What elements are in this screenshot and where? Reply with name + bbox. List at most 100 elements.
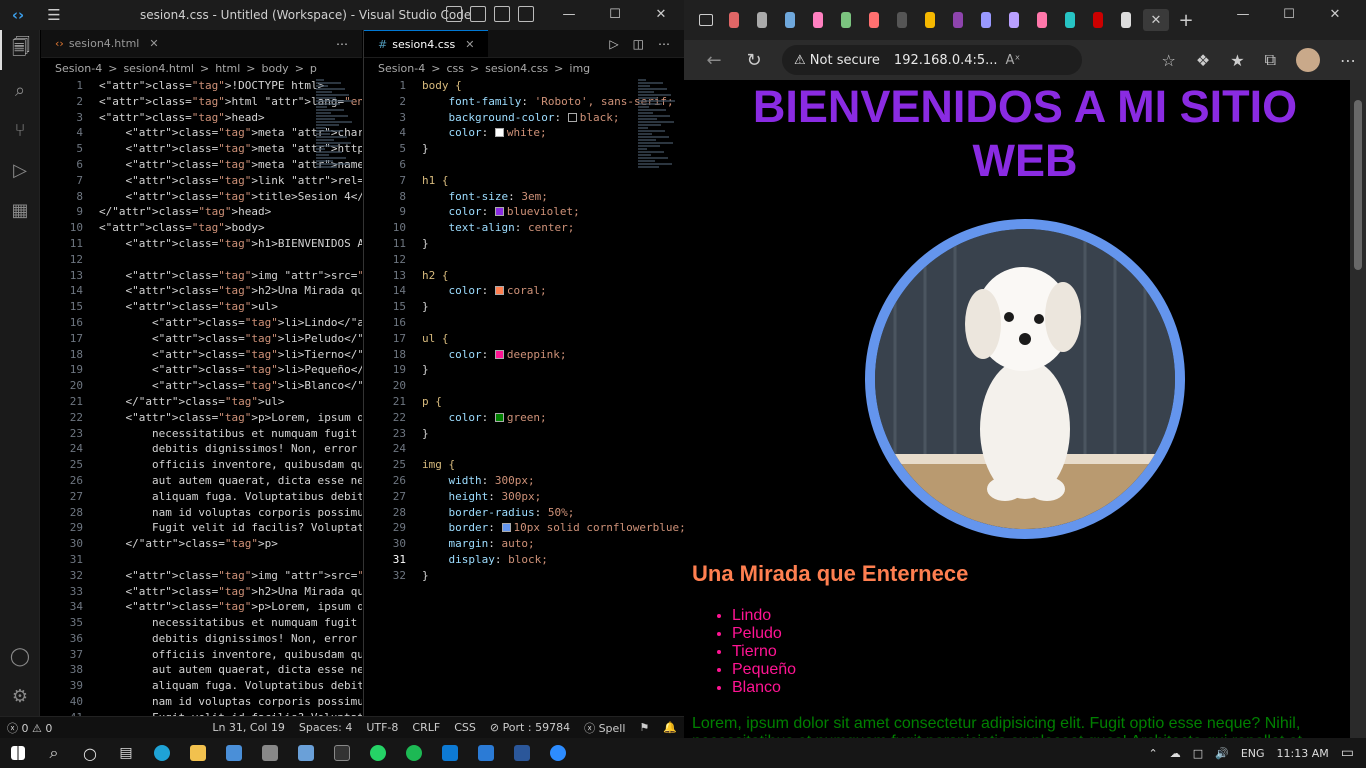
task-view-icon[interactable]: ▤ (108, 738, 144, 768)
browser-tab[interactable] (1003, 9, 1025, 31)
cortana-icon[interactable]: ○ (72, 738, 108, 768)
problems-indicator[interactable]: ⓧ 0 ⚠ 0 (0, 720, 59, 736)
browser-tab[interactable] (835, 9, 857, 31)
notifications-icon[interactable]: ▭ (1341, 745, 1354, 761)
html-code[interactable]: 1 <"attr">class="tag">!DOCTYPE html> 2 <"at… (41, 78, 362, 716)
breadcrumb-item[interactable]: Sesion-4 (55, 62, 102, 75)
browser-tab[interactable] (947, 9, 969, 31)
menu-icon[interactable]: ☰ (36, 6, 72, 24)
url-text[interactable]: 192.168.0.4:5... (894, 53, 998, 68)
code-line[interactable]: 22 color: green; (364, 410, 684, 426)
minimize-button[interactable]: — (1220, 0, 1266, 30)
accounts-icon[interactable]: ◯ (0, 636, 40, 676)
back-icon[interactable]: ← (694, 50, 734, 71)
code-line[interactable]: 11} (364, 236, 684, 252)
code-line[interactable]: 10 <"attr">class="tag">body> (41, 220, 362, 236)
color-swatch[interactable] (567, 112, 577, 122)
code-line[interactable]: 28 nam id voluptas corporis possimus (41, 505, 362, 521)
language-indicator[interactable]: ENG (1241, 747, 1265, 760)
toggle-secondary-sidebar-icon[interactable] (494, 6, 510, 22)
collections-icon[interactable]: ⧉ (1265, 50, 1276, 70)
notifications-bell-icon[interactable]: 🔔 (656, 721, 684, 734)
code-line[interactable]: 13 h2 { (364, 268, 684, 284)
code-line[interactable]: 31 (41, 552, 362, 568)
volume-icon[interactable]: 🔊 (1215, 747, 1229, 760)
code-line[interactable]: 4 color: white; (364, 125, 684, 141)
browser-tab[interactable] (975, 9, 997, 31)
color-swatch[interactable] (494, 286, 504, 296)
browser-tab[interactable] (891, 9, 913, 31)
code-line[interactable]: 30 </"attr">class="tag">p> (41, 536, 362, 552)
tab-sesion4-html[interactable]: ‹› sesion4.html ✕ (41, 30, 173, 57)
code-line[interactable]: 12 (364, 252, 684, 268)
breadcrumb-item[interactable]: css (446, 62, 464, 75)
warning-icon[interactable]: ⚠ Not secure (794, 53, 880, 68)
network-icon[interactable]: □ (1193, 747, 1203, 760)
code-line[interactable]: 9 </"attr">class="tag">head> (41, 204, 362, 220)
browser-tab[interactable] (1115, 9, 1137, 31)
code-line[interactable]: 19} (364, 362, 684, 378)
code-line[interactable]: 14 color: coral; (364, 283, 684, 299)
tab-actions-icon[interactable] (695, 9, 717, 31)
customize-layout-icon[interactable] (518, 6, 534, 22)
code-line[interactable]: 8 font-size: 3em; (364, 189, 684, 205)
show-hidden-icons[interactable]: ⌃ (1149, 747, 1158, 760)
code-line[interactable]: 29 border: 10px solid cornflowerblue; (364, 520, 684, 536)
code-line[interactable]: 36 debitis dignissimos! Non, error mi (41, 631, 362, 647)
code-line[interactable]: 22 <"attr">class="tag">p>Lorem, ipsum do… (41, 410, 362, 426)
settings-gear-icon[interactable]: ⚙ (0, 676, 40, 716)
code-line[interactable]: 26 aut autem quaerat, dicta esse nese (41, 473, 362, 489)
color-swatch[interactable] (494, 128, 504, 138)
code-line[interactable]: 23 necessitatibus et numquam fugit pe (41, 426, 362, 442)
code-line[interactable]: 10 text-align: center; (364, 220, 684, 236)
cloud-icon[interactable]: ☁ (1170, 747, 1181, 760)
code-line[interactable]: 24 (364, 441, 684, 457)
browser-tab[interactable] (751, 9, 773, 31)
breadcrumb-item[interactable]: sesion4.html (123, 62, 194, 75)
minimize-button[interactable]: — (546, 0, 592, 30)
code-line[interactable]: 27 aliquam fuga. Voluptatibus debitis (41, 489, 362, 505)
browser-tab[interactable] (723, 9, 745, 31)
toggle-panel-icon[interactable] (470, 6, 486, 22)
read-aloud-icon[interactable]: Aˣ (1006, 53, 1021, 68)
maximize-button[interactable]: ☐ (592, 0, 638, 30)
more-actions-icon[interactable]: ⋯ (336, 37, 348, 51)
breadcrumb-item[interactable]: img (569, 62, 590, 75)
source-control-icon[interactable]: ⑂ (0, 110, 40, 150)
code-line[interactable]: 17 <"attr">class="tag">li>Peludo</"attr"… (41, 331, 362, 347)
browser-tab[interactable] (1087, 9, 1109, 31)
close-tab-icon[interactable]: ✕ (465, 38, 474, 51)
code-line[interactable]: 13 <"attr">class="tag">img "attr">src="i… (41, 268, 362, 284)
photos-icon[interactable] (288, 738, 324, 768)
code-line[interactable]: 16 <"attr">class="tag">li>Lindo</"attr">… (41, 315, 362, 331)
close-button[interactable]: ✕ (1312, 0, 1358, 30)
more-actions-icon[interactable]: ⋯ (658, 37, 670, 51)
indentation[interactable]: Spaces: 4 (292, 721, 359, 734)
end-of-line[interactable]: CRLF (405, 721, 447, 734)
language-mode[interactable]: CSS (447, 721, 483, 734)
active-tab[interactable]: ✕ (1143, 9, 1169, 31)
code-line[interactable]: 5} (364, 141, 684, 157)
code-line[interactable]: 30 margin: auto; (364, 536, 684, 552)
browser-tab[interactable] (1059, 9, 1081, 31)
run-icon[interactable]: ▷ (609, 37, 618, 51)
code-line[interactable]: 25 officiis inventore, quibusdam qui (41, 457, 362, 473)
code-line[interactable]: 11 <"attr">class="tag">h1>BIENVENIDOS A … (41, 236, 362, 252)
code-line[interactable]: 6 (364, 157, 684, 173)
browser-tab[interactable] (863, 9, 885, 31)
tab-sesion4-css[interactable]: # sesion4.css ✕ (364, 30, 489, 57)
search-icon[interactable]: ⌕ (36, 738, 72, 768)
css-code[interactable]: 1 body {2 font-family: 'Roboto', sans-ser… (364, 78, 684, 584)
code-line[interactable]: 32} (364, 568, 684, 584)
code-line[interactable]: 2<"attr">class="tag">html "attr">lang="e… (41, 94, 362, 110)
edge-icon[interactable] (144, 738, 180, 768)
feedback-icon[interactable]: ⚑ (632, 721, 656, 734)
code-line[interactable]: 3 <"attr">class="tag">head> (41, 110, 362, 126)
code-line[interactable]: 24 debitis dignissimos! Non, error mi (41, 441, 362, 457)
start-windows-icon[interactable] (0, 738, 36, 768)
photo-viewer-icon[interactable] (468, 738, 504, 768)
code-line[interactable]: 17 ul { (364, 331, 684, 347)
breadcrumb-item[interactable]: p (310, 62, 317, 75)
vscode-icon[interactable] (432, 738, 468, 768)
close-button[interactable]: ✕ (638, 0, 684, 30)
